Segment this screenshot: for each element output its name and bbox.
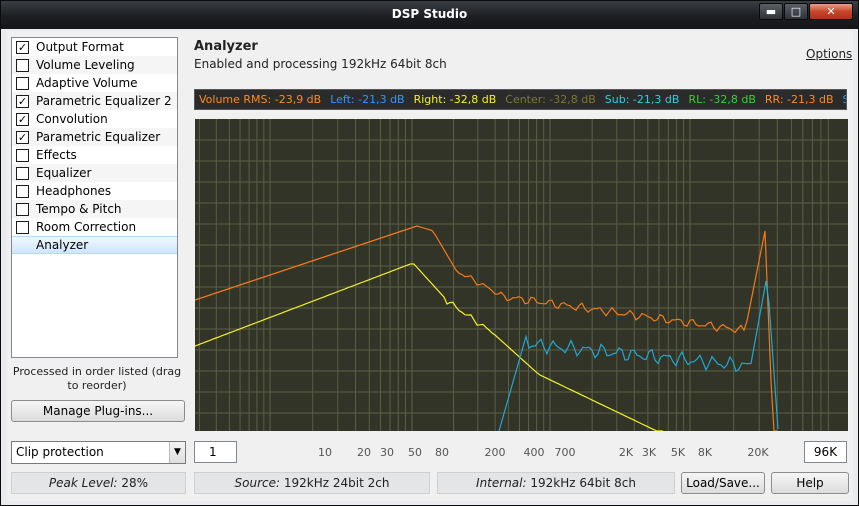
window-title: DSP Studio xyxy=(391,7,468,21)
load-save-button[interactable]: Load/Save... xyxy=(681,472,765,494)
frequency-label: 20K xyxy=(747,446,769,459)
plugin-label: Tempo & Pitch xyxy=(36,202,122,216)
frequency-label: 8K xyxy=(697,446,713,459)
plugin-item[interactable]: Room Correction xyxy=(12,218,177,236)
frequency-label: 5K xyxy=(670,446,686,459)
title-bar[interactable]: DSP Studio ▬ □ ✕ xyxy=(1,1,858,29)
plugin-checkbox[interactable] xyxy=(16,166,29,180)
spectrum-plot[interactable] xyxy=(195,119,848,431)
close-button[interactable]: ✕ xyxy=(809,3,853,20)
dsp-studio-window: DSP Studio ▬ □ ✕ ✓ Output Format Volume Le… xyxy=(0,0,859,506)
plugin-item[interactable]: ✓ Parametric Equalizer 2 xyxy=(12,92,177,110)
plugin-checkbox[interactable]: ✓ xyxy=(16,112,29,126)
frequency-label: 10 xyxy=(318,446,332,459)
levels-readout: Volume RMS: -23,9 dB Left: -21,3 dB Right:… xyxy=(194,89,847,110)
analyzer-status: Enabled and processing 192kHz 64bit 8ch xyxy=(194,57,447,71)
internal-label: Internal: xyxy=(476,476,527,490)
frequency-label: 80 xyxy=(435,446,449,459)
plugin-label: Volume Leveling xyxy=(36,58,135,72)
frequency-label: 200 xyxy=(484,446,506,459)
plugin-item[interactable]: Analyzer xyxy=(12,236,177,254)
plugin-item[interactable]: Headphones xyxy=(12,182,177,200)
level-readout-item: RL: -32,8 dB xyxy=(688,93,756,106)
channel-spinner[interactable]: 1 xyxy=(194,441,237,463)
internal-value: 192kHz 64bit 8ch xyxy=(530,476,636,490)
plugin-label: Parametric Equalizer 2 xyxy=(36,94,172,108)
options-link[interactable]: Options xyxy=(806,47,852,61)
plugin-label: Equalizer xyxy=(36,166,92,180)
frequency-label: 400 xyxy=(523,446,545,459)
frequency-label: 3K xyxy=(641,446,657,459)
plugin-checkbox[interactable]: ✓ xyxy=(16,94,29,108)
plugin-item[interactable]: Volume Leveling xyxy=(12,56,177,74)
plugin-item[interactable]: ✓ Convolution xyxy=(12,110,177,128)
plugin-checkbox[interactable] xyxy=(16,184,29,198)
client-area: ✓ Output Format Volume Leveling Adaptive Vo… xyxy=(7,31,853,501)
level-readout-item: Volume RMS: -23,9 dB xyxy=(199,93,322,106)
plugin-label: Convolution xyxy=(36,112,108,126)
peak-level-label: Peak Level: xyxy=(48,476,118,490)
peak-level-value: 28% xyxy=(121,476,149,490)
plugin-checkbox[interactable] xyxy=(16,76,29,90)
level-readout-item: Sub: -21,3 dB xyxy=(604,93,680,106)
level-readout-item: SL: -32,8 dB xyxy=(843,93,846,106)
spectrum-graph xyxy=(195,119,848,431)
plugin-item[interactable]: Adaptive Volume xyxy=(12,74,177,92)
plugin-label: Headphones xyxy=(36,184,112,198)
plugin-label: Effects xyxy=(36,148,77,162)
plugin-checkbox[interactable] xyxy=(16,202,29,216)
minimize-button[interactable]: ▬ xyxy=(759,3,783,20)
clip-protection-select[interactable]: Clip protection ▼ xyxy=(11,441,186,464)
frequency-label: 700 xyxy=(554,446,576,459)
chevron-down-icon[interactable]: ▼ xyxy=(169,442,185,463)
internal-status: Internal: 192kHz 64bit 8ch xyxy=(437,472,675,494)
level-readout-item: Right: -32,8 dB xyxy=(413,93,497,106)
yellow-channel-curve xyxy=(195,263,663,431)
analyzer-title: Analyzer xyxy=(194,39,258,54)
plugin-label: Adaptive Volume xyxy=(36,76,138,90)
peak-level-status: Peak Level: 28% xyxy=(11,472,186,494)
range-field[interactable]: 96K xyxy=(804,441,847,463)
frequency-label: 2K xyxy=(618,446,634,459)
plugin-checkbox[interactable] xyxy=(16,58,29,72)
order-note: Processed in order listed (drag to reord… xyxy=(12,365,182,392)
frequency-label: 20 xyxy=(357,446,371,459)
source-label: Source: xyxy=(234,476,281,490)
plugin-item[interactable]: ✓ Parametric Equalizer xyxy=(12,128,177,146)
plugin-item[interactable]: Effects xyxy=(12,146,177,164)
plugin-checkbox[interactable] xyxy=(16,220,29,234)
plugin-list[interactable]: ✓ Output Format Volume Leveling Adaptive Vo… xyxy=(11,37,178,358)
plugin-item[interactable]: Equalizer xyxy=(12,164,177,182)
manage-plugins-button[interactable]: Manage Plug-ins... xyxy=(11,400,185,422)
plugin-checkbox[interactable]: ✓ xyxy=(16,40,29,54)
plugin-label: Analyzer xyxy=(36,238,89,252)
help-button[interactable]: Help xyxy=(771,472,849,494)
plugin-label: Parametric Equalizer xyxy=(36,130,161,144)
plugin-item[interactable]: Tempo & Pitch xyxy=(12,200,177,218)
maximize-button[interactable]: □ xyxy=(784,3,808,20)
plugin-checkbox[interactable] xyxy=(16,148,29,162)
level-readout-item: RR: -21,3 dB xyxy=(764,93,834,106)
frequency-label: 30 xyxy=(380,446,394,459)
source-value: 192kHz 24bit 2ch xyxy=(283,476,390,490)
clip-select-value: Clip protection xyxy=(16,445,104,459)
plugin-checkbox[interactable]: ✓ xyxy=(16,130,29,144)
level-readout-item: Left: -21,3 dB xyxy=(330,93,405,106)
level-readout-item: Center: -32,8 dB xyxy=(505,93,596,106)
plugin-label: Output Format xyxy=(36,40,124,54)
plugin-item[interactable]: ✓ Output Format xyxy=(12,38,177,56)
plugin-label: Room Correction xyxy=(36,220,137,234)
source-status: Source: 192kHz 24bit 2ch xyxy=(194,472,430,494)
frequency-label: 50 xyxy=(408,446,422,459)
